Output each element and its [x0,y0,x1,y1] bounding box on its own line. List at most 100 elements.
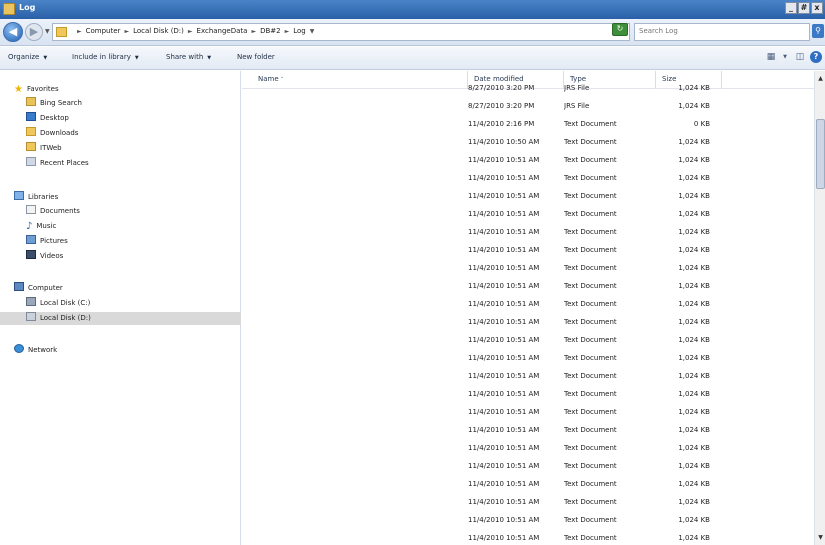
file-type: JRS File [564,102,590,110]
chevron-down-icon[interactable]: ▼ [310,27,315,36]
new-folder-button[interactable]: New folder [237,53,275,61]
nav-music[interactable]: ♪ Music [26,220,56,233]
nav-computer[interactable]: Computer [14,282,63,295]
maximize-button[interactable]: # [798,2,810,14]
file-size: 1,024 KB [678,408,710,416]
recent-pages-dropdown-icon[interactable]: ▼ [45,28,50,35]
refresh-button[interactable]: ↻ [612,23,628,36]
help-icon[interactable]: ? [810,51,822,63]
file-type: Text Document [564,354,617,362]
file-size: 1,024 KB [678,336,710,344]
file-row[interactable]: E00000028A2.log11/4/2010 10:51 AMText Do… [242,170,814,188]
file-size: 1,024 KB [678,516,710,524]
file-size: 1,024 KB [678,390,710,398]
breadcrumb-computer[interactable]: Computer [86,27,121,36]
organize-menu[interactable]: Organize ▼ [8,53,47,61]
file-row[interactable]: E00000028AD.log11/4/2010 10:51 AMText Do… [242,368,814,386]
file-row[interactable]: E00tmp.log11/4/2010 2:16 PMText Document… [242,116,814,134]
breadcrumb-exchangedata[interactable]: ExchangeData [197,27,248,36]
breadcrumb-log[interactable]: Log [293,27,306,36]
file-date-modified: 11/4/2010 10:51 AM [468,318,540,326]
file-row[interactable]: E00000028A8.log11/4/2010 10:51 AMText Do… [242,278,814,296]
nav-pictures[interactable]: Pictures [26,235,68,248]
breadcrumb-db2[interactable]: DB#2 [260,27,281,36]
file-row[interactable]: E00000028B1.log11/4/2010 10:51 AMText Do… [242,440,814,458]
file-row[interactable]: E00000028AC.log11/4/2010 10:51 AMText Do… [242,350,814,368]
file-size: 1,024 KB [678,498,710,506]
forward-button[interactable]: ▶ [25,23,43,41]
nav-libraries[interactable]: Libraries [14,191,58,204]
nav-itweb[interactable]: ITWeb [26,142,62,155]
network-icon [14,344,24,353]
nav-documents[interactable]: Documents [26,205,80,218]
file-row[interactable]: E00000028A1.log11/4/2010 10:51 AMText Do… [242,152,814,170]
search-input[interactable] [639,27,789,35]
file-type: Text Document [564,156,617,164]
minimize-button[interactable]: _ [785,2,797,14]
file-row[interactable]: E00000028A5.log11/4/2010 10:51 AMText Do… [242,224,814,242]
file-row[interactable]: E00000028A3.log11/4/2010 10:51 AMText Do… [242,188,814,206]
file-row[interactable]: E00000028AB.log11/4/2010 10:51 AMText Do… [242,332,814,350]
scrollbar-thumb[interactable] [816,119,825,189]
preview-pane-icon[interactable]: ◫ [793,51,807,64]
search-icon[interactable]: ⚲ [812,24,824,38]
file-size: 1,024 KB [678,210,710,218]
chevron-right-icon[interactable]: ► [251,27,256,36]
file-row[interactable]: E00000028AA.log11/4/2010 10:51 AMText Do… [242,314,814,332]
nav-network[interactable]: Network [14,344,57,357]
file-size: 1,024 KB [678,102,710,110]
star-icon: ★ [14,84,23,95]
videos-icon [26,250,36,259]
file-row[interactable]: E00000028AE.log11/4/2010 10:51 AMText Do… [242,386,814,404]
nav-recent-places[interactable]: Recent Places [26,157,89,170]
file-row[interactable]: E00000028B6.log11/4/2010 10:51 AMText Do… [242,530,814,545]
file-row[interactable]: E00000028A4.log11/4/2010 10:51 AMText Do… [242,206,814,224]
file-size: 1,024 KB [678,534,710,542]
vertical-scrollbar[interactable]: ▲ ▼ [814,71,825,545]
file-row[interactable]: E00000028B2.log11/4/2010 10:51 AMText Do… [242,458,814,476]
nav-local-disk-d[interactable]: Local Disk (D:) [0,312,241,325]
nav-libraries-label: Libraries [28,193,59,201]
scroll-up-icon[interactable]: ▲ [815,73,825,84]
nav-desktop[interactable]: Desktop [26,112,69,125]
address-field[interactable]: ► Computer ► Local Disk (D:) ► ExchangeD… [52,23,630,41]
scroll-down-icon[interactable]: ▼ [815,532,825,543]
file-type: Text Document [564,480,617,488]
file-date-modified: 11/4/2010 2:16 PM [468,120,535,128]
file-row[interactable]: E00000028B0.log11/4/2010 10:51 AMText Do… [242,422,814,440]
breadcrumb-local-disk-d[interactable]: Local Disk (D:) [133,27,184,36]
share-with-menu[interactable]: Share with ▼ [166,53,211,61]
file-row[interactable]: E00000028A7.log11/4/2010 10:51 AMText Do… [242,260,814,278]
file-row[interactable]: E00000028AF.log11/4/2010 10:51 AMText Do… [242,404,814,422]
window-controls: _ # x [784,2,823,14]
nav-local-disk-c[interactable]: Local Disk (C:) [26,297,90,310]
nav-favorites[interactable]: ★ Favorites [14,83,59,96]
chevron-right-icon[interactable]: ► [77,27,82,36]
nav-videos[interactable]: Videos [26,250,63,263]
file-size: 1,024 KB [678,318,710,326]
chevron-right-icon[interactable]: ► [188,27,193,36]
file-row[interactable]: E00000028B3.log11/4/2010 10:51 AMText Do… [242,476,814,494]
chevron-right-icon[interactable]: ► [124,27,129,36]
search-folder-icon [26,97,36,106]
file-row[interactable]: E00000028A6.log11/4/2010 10:51 AMText Do… [242,242,814,260]
chevron-right-icon[interactable]: ► [285,27,290,36]
file-row[interactable]: E00000028B5.log11/4/2010 10:51 AMText Do… [242,512,814,530]
nav-downloads[interactable]: Downloads [26,127,78,140]
include-in-library-menu[interactable]: Include in library ▼ [72,53,139,61]
file-row[interactable]: E00000028A9.log11/4/2010 10:51 AMText Do… [242,296,814,314]
file-row[interactable]: E00000028B4.log11/4/2010 10:51 AMText Do… [242,494,814,512]
file-size: 1,024 KB [678,84,710,92]
close-button[interactable]: x [811,2,823,14]
views-dropdown-icon[interactable]: ▼ [778,51,792,64]
search-field[interactable] [634,23,810,41]
views-icon[interactable]: ▦ [764,51,778,64]
organize-label: Organize [8,53,40,61]
nav-bing-search[interactable]: Bing Search [26,97,82,110]
address-bar: ◀ ▶ ▼ ► Computer ► Local Disk (D:) ► Exc… [0,19,825,46]
back-button[interactable]: ◀ [3,22,23,42]
file-row[interactable]: E00res00009.jrs8/27/2010 3:20 PMJRS File… [242,98,814,116]
file-row[interactable]: E00000028A0.log11/4/2010 10:50 AMText Do… [242,134,814,152]
file-row[interactable]: E00res00008.jrs8/27/2010 3:20 PMJRS File… [242,80,814,98]
nav-pictures-label: Pictures [40,237,68,245]
